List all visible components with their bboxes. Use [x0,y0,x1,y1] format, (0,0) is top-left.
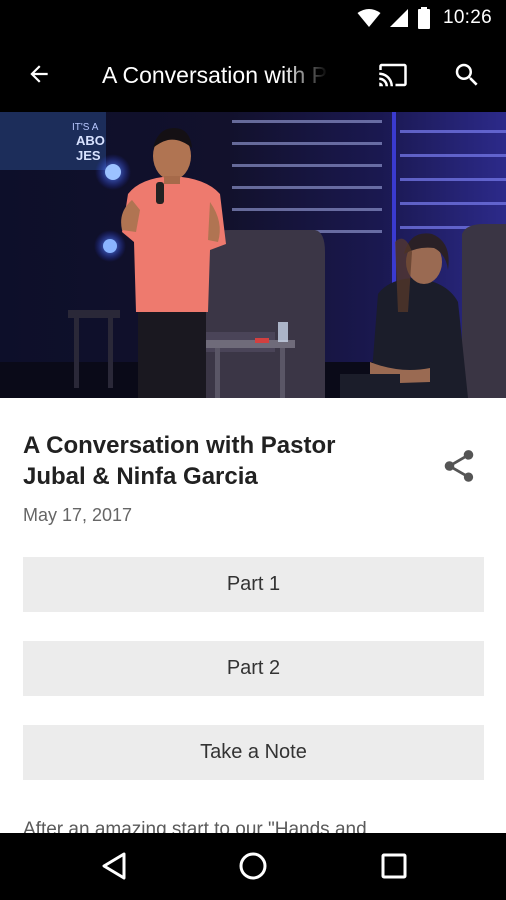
cast-button[interactable] [372,55,414,95]
share-button[interactable] [437,444,481,488]
screen-text-2: ABO [76,133,105,148]
nav-back-button[interactable] [84,843,144,889]
screen-text-1: IT'S A [72,122,99,133]
wifi-icon [357,9,381,27]
take-a-note-button[interactable]: Take a Note [23,725,484,780]
nav-recents-icon [381,853,407,879]
app-bar-title: A Conversation with Pastor Jubal & Ninfa… [102,62,328,88]
hero-image: IT'S A ABO JES [0,112,506,398]
battery-icon [417,7,430,29]
cell-signal-icon [389,9,408,27]
cast-icon [379,63,407,87]
part-2-button[interactable]: Part 2 [23,641,484,696]
back-button[interactable] [18,53,60,95]
event-date: May 17, 2017 [23,505,133,525]
app-bar: A Conversation with Pastor Jubal & Ninfa… [0,37,506,112]
nav-back-icon [102,852,126,880]
status-bar: 10:26 [0,0,506,37]
event-title: A Conversation with Pastor Jubal & Ninfa… [23,432,336,490]
system-nav-bar [0,833,506,900]
share-icon [444,450,474,482]
arrow-back-icon [30,65,48,83]
nav-home-icon [239,852,267,880]
search-button[interactable] [446,55,488,95]
screen-text-3: JES [76,148,101,163]
nav-home-button[interactable] [223,843,283,889]
search-icon [455,63,478,86]
stage-photo: IT'S A ABO JES [0,112,506,398]
clock: 10:26 [442,7,492,28]
status-icons: 10:26 [357,6,492,30]
nav-recents-button[interactable] [364,843,424,889]
part-1-button[interactable]: Part 1 [23,557,484,612]
